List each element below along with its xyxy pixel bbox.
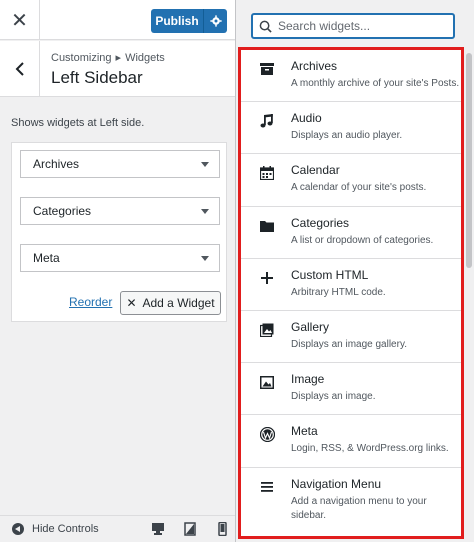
caret-down-icon — [201, 161, 209, 167]
archive-icon — [259, 61, 275, 77]
scrollbar-thumb[interactable] — [466, 53, 472, 268]
widget-option-name: Meta — [291, 424, 318, 439]
audio-icon — [259, 113, 275, 129]
wordpress-icon — [259, 426, 275, 442]
section-header: Customizing ▸ Widgets Left Sidebar — [0, 41, 235, 97]
widget-option-archives[interactable]: Archives A monthly archive of your site'… — [241, 50, 461, 103]
publish-settings-button[interactable] — [203, 9, 227, 33]
plus-icon — [259, 270, 275, 286]
hide-controls-button[interactable]: Hide Controls — [12, 523, 99, 535]
back-button[interactable] — [0, 41, 40, 97]
collapse-icon — [12, 523, 24, 535]
widget-label: Archives — [33, 157, 80, 171]
available-widgets-list: Archives A monthly archive of your site'… — [238, 47, 464, 539]
chevron-left-icon — [15, 62, 24, 76]
widget-option-desc: A calendar of your site's posts. — [291, 182, 427, 194]
close-icon: ✕ — [126, 296, 137, 310]
sidebar-description: Shows widgets at Left side. — [11, 117, 145, 129]
hide-controls-label: Hide Controls — [32, 523, 99, 535]
search-input[interactable] — [278, 19, 438, 33]
add-widget-button[interactable]: ✕ Add a Widget — [120, 291, 221, 315]
customizer-topbar: ✕ Publish — [0, 0, 235, 40]
gallery-icon — [259, 322, 275, 338]
widget-option-desc: Displays an image. — [291, 391, 376, 403]
widget-option-name: Navigation Menu — [291, 476, 382, 491]
widget-option-image[interactable]: Image Displays an image. — [241, 363, 461, 416]
widget-option-name: Categories — [291, 215, 350, 230]
add-widget-label: Add a Widget — [142, 296, 215, 310]
menu-icon — [259, 479, 275, 495]
customizer-panel: ✕ Publish Customizing ▸ Widgets Left Sid… — [0, 0, 236, 542]
widget-option-name: Archives — [291, 59, 338, 73]
widget-option-desc: Login, RSS, & WordPress.org links. — [291, 443, 449, 455]
widget-archives[interactable]: Archives — [20, 150, 220, 178]
widget-option-name: Custom HTML — [291, 267, 369, 282]
widget-option-desc: Displays an image gallery. — [291, 338, 407, 350]
breadcrumb-separator: ▸ — [115, 52, 122, 64]
widget-option-calendar[interactable]: Calendar A calendar of your site's posts… — [241, 154, 461, 207]
widget-option-name: Calendar — [291, 163, 340, 178]
image-icon — [259, 374, 275, 390]
widget-option-custom-html[interactable]: Custom HTML Arbitrary HTML code. — [241, 259, 461, 311]
widget-label: Meta — [33, 251, 60, 265]
desktop-icon[interactable] — [151, 522, 165, 536]
tablet-icon[interactable] — [183, 522, 197, 536]
page-title: Left Sidebar — [51, 68, 143, 87]
widget-option-name: Audio — [291, 111, 322, 126]
widget-option-name: Image — [291, 372, 325, 387]
close-icon: ✕ — [11, 9, 28, 32]
reorder-link[interactable]: Reorder — [69, 295, 112, 309]
publish-label: Publish — [155, 14, 199, 28]
breadcrumb: Customizing ▸ Widgets — [51, 51, 165, 64]
publish-button[interactable]: Publish — [151, 9, 227, 33]
search-icon — [259, 20, 272, 33]
close-customizer-button[interactable]: ✕ — [0, 0, 40, 40]
widget-option-meta[interactable]: Meta Login, RSS, & WordPress.org links. — [241, 415, 461, 468]
customizer-footer: Hide Controls — [0, 515, 235, 542]
widget-categories[interactable]: Categories — [20, 197, 220, 225]
sidebar-widget-area: Archives Categories Meta Reorder ✕ Add a… — [11, 142, 227, 322]
widget-option-desc: Displays an audio player. — [291, 130, 403, 142]
breadcrumb-parent: Customizing — [51, 52, 112, 64]
caret-down-icon — [201, 208, 209, 214]
calendar-icon — [259, 165, 275, 181]
available-widgets-panel: Archives A monthly archive of your site'… — [236, 0, 474, 542]
widgets-scrollbar[interactable] — [464, 47, 474, 542]
widget-option-navigation-menu[interactable]: Navigation Menu Add a navigation menu to… — [241, 468, 461, 521]
gear-icon — [209, 15, 222, 27]
mobile-icon[interactable] — [215, 521, 229, 537]
widget-option-categories[interactable]: Categories A list or dropdown of categor… — [241, 207, 461, 259]
widget-option-gallery[interactable]: Gallery Displays an image gallery. — [241, 311, 461, 364]
widget-meta[interactable]: Meta — [20, 244, 220, 272]
device-preview-buttons — [151, 521, 229, 537]
widget-option-desc: Arbitrary HTML code. — [291, 286, 386, 298]
widget-label: Categories — [33, 204, 92, 218]
widget-option-desc: Add a navigation menu to your sidebar. — [291, 495, 427, 521]
caret-down-icon — [201, 255, 209, 261]
breadcrumb-child: Widgets — [125, 52, 165, 64]
widget-option-name: Gallery — [291, 319, 330, 334]
widget-option-desc: A monthly archive of your site's Posts. — [291, 78, 460, 89]
search-box[interactable] — [251, 13, 455, 39]
folder-icon — [259, 218, 275, 234]
widget-option-audio[interactable]: Audio Displays an audio player. — [241, 102, 461, 155]
widget-option-desc: A list or dropdown of categories. — [291, 234, 434, 246]
